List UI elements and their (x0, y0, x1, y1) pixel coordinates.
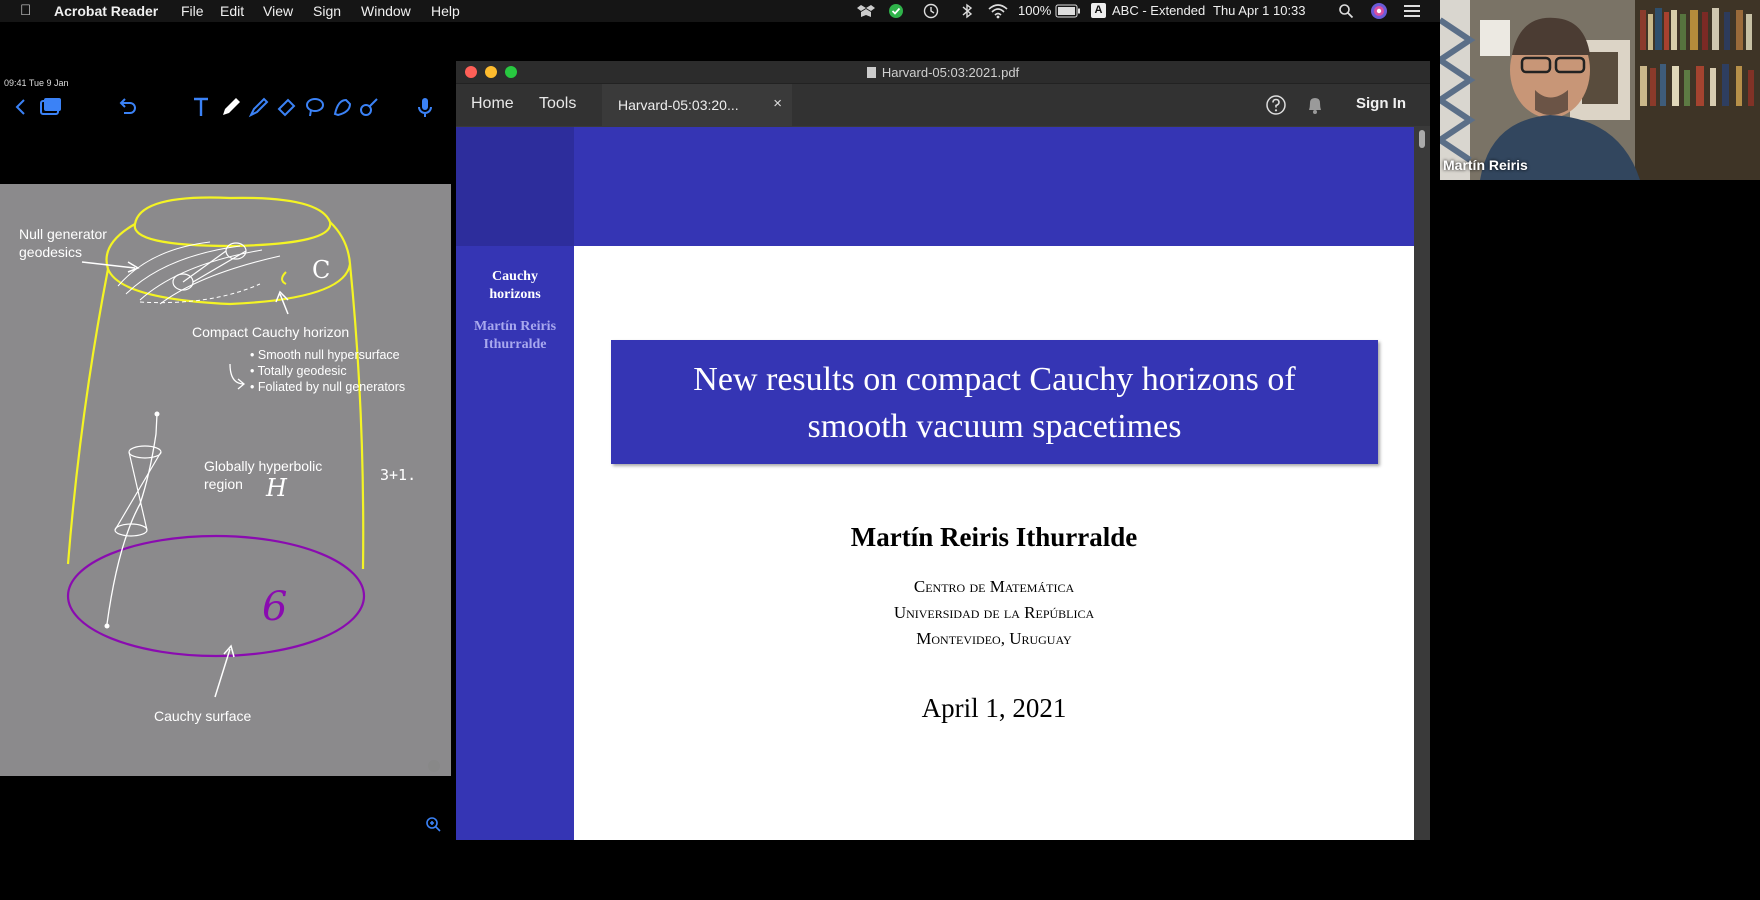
undo-icon[interactable] (114, 94, 140, 120)
handwritten-h: H (266, 474, 287, 502)
menu-help[interactable]: Help (431, 3, 460, 19)
label-compact-cauchy-horizon: Compact Cauchy horizon (192, 324, 350, 340)
pdf-file-icon (866, 67, 876, 78)
label-geodesics: geodesics (19, 244, 83, 260)
document-tab-label: Harvard-05:03:20... (618, 97, 739, 113)
slide-sidebar-header (456, 127, 574, 246)
slide-title-line2: smooth vacuum spacetimes (807, 408, 1182, 445)
document-tab[interactable]: Harvard-05:03:20... × (602, 84, 792, 126)
slide-title-box: New results on compact Cauchy horizons o… (611, 340, 1378, 464)
back-chevron-icon[interactable] (8, 94, 34, 120)
highlighter-tool-icon[interactable] (246, 94, 272, 120)
bullet-text-3: Foliated by null generators (257, 380, 406, 394)
sidebar-title-line2[interactable]: horizons (456, 286, 574, 304)
documents-icon[interactable] (38, 94, 64, 120)
slide-institution-1: Centro de Matemática (913, 577, 1075, 596)
siri-icon[interactable] (1370, 2, 1388, 20)
bullet-item: • Smooth null hypersurface (250, 348, 400, 362)
tools-tab[interactable]: Tools (539, 95, 576, 113)
sidebar-title-line1[interactable]: Cauchy (456, 268, 574, 286)
slide-title: New results on compact Cauchy horizons o… (611, 356, 1378, 450)
close-tab-icon[interactable]: × (773, 95, 782, 112)
help-icon[interactable] (1266, 95, 1286, 115)
slide-date: April 1, 2021 (921, 693, 1067, 723)
eraser-tool-icon[interactable] (274, 94, 300, 120)
slide-institution-2: Universidad de la República (893, 603, 1095, 622)
wifi-icon[interactable] (988, 3, 1008, 19)
bullet-item: • Foliated by null generators (250, 380, 406, 394)
input-source-icon[interactable]: A (1091, 3, 1106, 18)
scrollbar-thumb[interactable] (1419, 130, 1425, 148)
video-frame (1440, 0, 1760, 180)
bullet-text-1: Smooth null hypersurface (257, 348, 400, 362)
slide-author: Martín Reiris Ithurralde (850, 522, 1138, 552)
text-tool-icon[interactable] (188, 94, 214, 120)
tablet-status-time: 09:41 Tue 9 Jan (4, 78, 69, 88)
menu-app-name[interactable]: Acrobat Reader (54, 3, 158, 19)
lasso-tool-icon[interactable] (302, 94, 328, 120)
sidebar-author-line2[interactable]: Ithurralde (456, 336, 574, 354)
bullet-text-2: Totally geodesic (257, 364, 347, 378)
app-toolbar: Home Tools Harvard-05:03:20... × Sign In (456, 84, 1430, 126)
handwritten-dimension: 3+1. (380, 466, 417, 484)
laser-pointer-icon[interactable] (356, 94, 382, 120)
notification-bell-icon[interactable] (1306, 95, 1324, 115)
acrobat-window: Harvard-05:03:2021.pdf Home Tools Harvar… (456, 61, 1430, 840)
slide-sidebar: Cauchy horizons Martín Reiris Ithurralde (456, 127, 574, 840)
slide-title-line1: New results on compact Cauchy horizons o… (693, 361, 1296, 398)
bluetooth-icon[interactable] (961, 3, 973, 19)
check-circle-icon[interactable] (889, 4, 903, 18)
label-region: region (204, 476, 243, 492)
handwritten-sigma: 6 (262, 584, 288, 630)
time-machine-icon[interactable] (923, 3, 939, 19)
menu-edit[interactable]: Edit (220, 3, 244, 19)
pdf-page-slide[interactable]: Cauchy horizons Martín Reiris Ithurralde… (456, 127, 1414, 840)
shapes-tool-icon[interactable] (330, 94, 356, 120)
apple-icon[interactable]:  (20, 2, 31, 19)
spotlight-search-icon[interactable] (1338, 3, 1354, 19)
window-title-container: Harvard-05:03:2021.pdf (456, 65, 1430, 80)
battery-icon[interactable] (1055, 4, 1081, 18)
home-tab[interactable]: Home (471, 95, 514, 113)
slide-institution-3: Montevideo, Uruguay (916, 629, 1072, 648)
notes-toolbar (0, 90, 455, 124)
battery-percent: 100% (1018, 3, 1052, 18)
sign-in-button[interactable]: Sign In (1356, 95, 1406, 112)
handwritten-c: C (312, 256, 331, 284)
label-null-generator: Null generator (19, 226, 107, 242)
webcam-video-tile[interactable]: Martín Reiris (1440, 0, 1760, 180)
label-cauchy-surface: Cauchy surface (154, 708, 252, 724)
menu-file[interactable]: File (181, 3, 204, 19)
sidebar-author-line1[interactable]: Martín Reiris (456, 318, 574, 336)
zoom-icon[interactable] (425, 816, 441, 832)
pen-tool-icon[interactable] (218, 94, 244, 120)
bullet-item: • Totally geodesic (250, 364, 347, 378)
control-center-icon[interactable] (1404, 4, 1420, 18)
dropbox-icon[interactable] (857, 4, 875, 18)
menu-sign[interactable]: Sign (313, 3, 341, 19)
window-title: Harvard-05:03:2021.pdf (881, 65, 1020, 80)
input-source-label[interactable]: ABC - Extended (1112, 3, 1205, 18)
slide-header-band (574, 127, 1414, 246)
handwritten-note-canvas[interactable]: Null generator geodesics Compact Cauchy … (0, 184, 451, 776)
label-globally-hyperbolic: Globally hyperbolic (204, 458, 323, 474)
notes-app-panel: 09:41 Tue 9 Jan Null generator geodesics… (0, 70, 455, 840)
participant-name: Martín Reiris (1443, 157, 1528, 173)
window-titlebar[interactable]: Harvard-05:03:2021.pdf (456, 61, 1430, 84)
microphone-icon[interactable] (412, 94, 438, 120)
menu-window[interactable]: Window (361, 3, 411, 19)
menu-view[interactable]: View (263, 3, 293, 19)
clock[interactable]: Thu Apr 1 10:33 (1213, 3, 1306, 18)
vertical-scrollbar[interactable] (1414, 127, 1430, 840)
